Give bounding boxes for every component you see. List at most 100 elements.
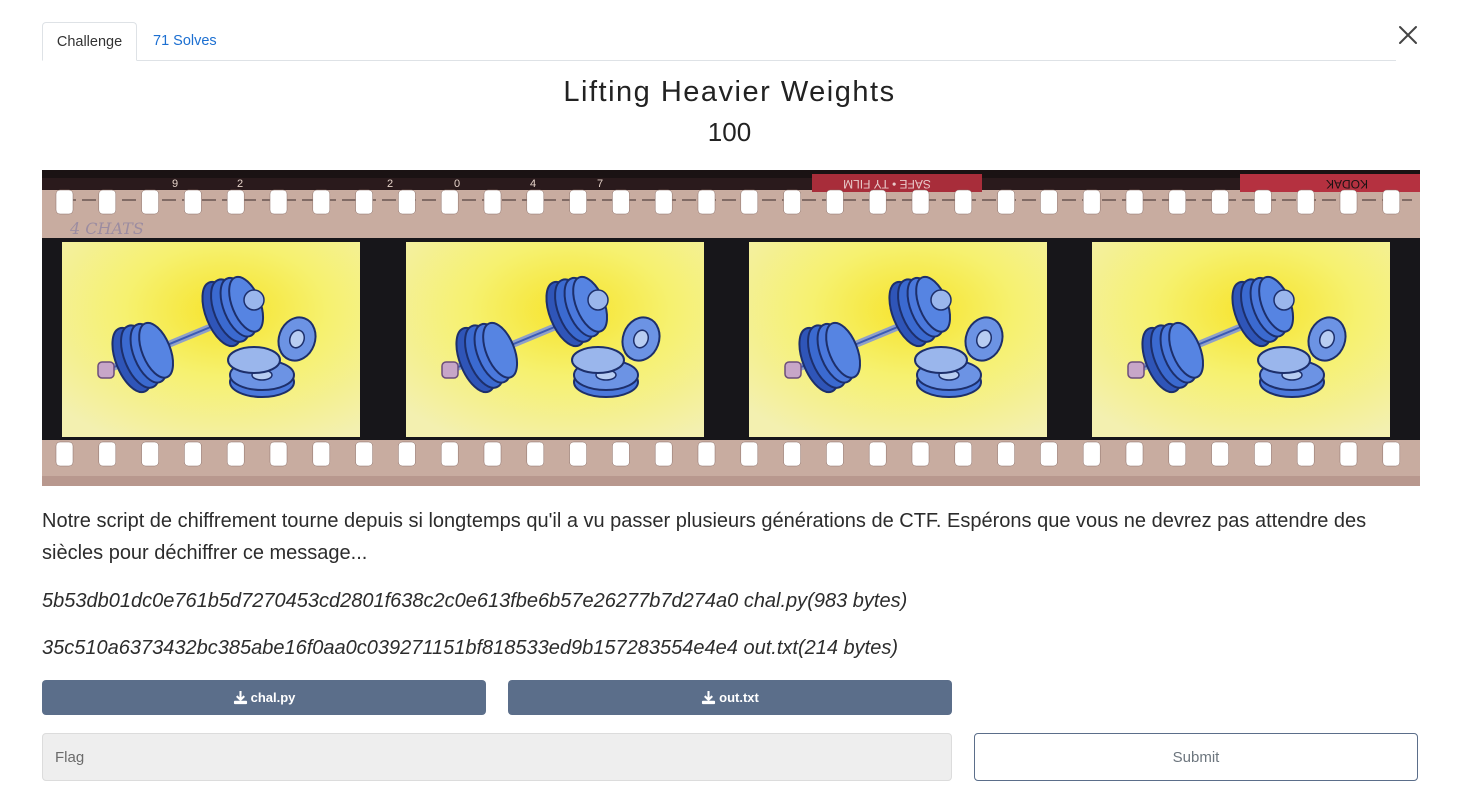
sprocket-hole (398, 189, 416, 215)
sprocket-hole (954, 441, 973, 467)
challenge-tabs: Challenge 71 Solves (42, 22, 1396, 61)
sprocket-hole (269, 189, 288, 215)
challenge-modal: Challenge 71 Solves Lifting Heavier Weig… (0, 0, 1459, 802)
sprocket-hole (98, 441, 117, 467)
tab-solves[interactable]: 71 Solves (138, 22, 232, 61)
download-chal-py-button[interactable]: chal.py (42, 680, 486, 715)
sprocket-hole (997, 189, 1015, 215)
sprocket-hole (997, 441, 1015, 467)
sprocket-hole (911, 441, 930, 467)
sprocket-hole (55, 189, 74, 215)
close-button[interactable] (1395, 22, 1421, 48)
sprocket-hole (141, 189, 159, 215)
frame-number: 7 (597, 178, 603, 190)
sprocket-hole (269, 441, 288, 467)
sprocket-hole (1125, 189, 1144, 215)
sprocket-hole (1040, 441, 1058, 467)
film-edge-text: SAFE • TY FILM (843, 177, 931, 191)
sprocket-hole (1168, 189, 1187, 215)
sprocket-hole (612, 189, 630, 215)
sprocket-hole (911, 189, 930, 215)
challenge-image: SAFE • TY FILM KODAK 9 2 2 0 4 7 4 CHATS (42, 170, 1420, 486)
sprocket-hole (184, 441, 202, 467)
sprocket-hole (1382, 189, 1401, 215)
sprocket-hole (1382, 441, 1401, 467)
film-brand-text: KODAK (1326, 177, 1368, 191)
challenge-points: 100 (707, 117, 752, 147)
sprocket-hole (569, 189, 587, 215)
sprocket-hole (440, 441, 459, 467)
sprocket-hole (98, 189, 117, 215)
sprocket-hole (226, 441, 245, 467)
sprocket-hole (697, 441, 716, 467)
sprocket-hole (1254, 189, 1272, 215)
sprocket-hole (1211, 189, 1229, 215)
close-icon (1399, 26, 1417, 44)
sprocket-hole (868, 441, 887, 467)
sprocket-hole (697, 189, 716, 215)
sprocket-hole (55, 441, 74, 467)
frame-number: 2 (387, 178, 393, 190)
download-label: chal.py (250, 690, 296, 705)
film-annotation: 4 CHATS (69, 219, 144, 238)
download-out-txt-button[interactable]: out.txt (508, 680, 952, 715)
sprocket-hole (141, 441, 159, 467)
sprocket-hole (312, 189, 331, 215)
challenge-description: Notre script de chiffrement tourne depui… (42, 510, 1367, 564)
sprocket-hole (398, 441, 416, 467)
file-hash: 35c510a6373432bc385abe16f0aa0c039271151b… (42, 637, 738, 659)
sprocket-hole (1040, 189, 1058, 215)
file-name: chal.py (743, 590, 808, 612)
sprocket-hole (740, 441, 759, 467)
sprocket-hole (526, 189, 545, 215)
sprocket-hole (1125, 441, 1144, 467)
tab-challenge[interactable]: Challenge (42, 22, 137, 61)
sprocket-hole (1254, 441, 1272, 467)
sprocket-hole (826, 189, 844, 215)
sprocket-hole (612, 441, 630, 467)
sprocket-hole (868, 189, 887, 215)
frame-number: 2 (237, 178, 243, 190)
sprocket-hole (654, 189, 673, 215)
download-icon (233, 690, 247, 705)
file-hash-line: 5b53db01dc0e761b5d7270453cd2801f638c2c0e… (42, 590, 907, 613)
sprocket-hole (740, 189, 759, 215)
sprocket-hole (312, 441, 331, 467)
sprocket-hole (1082, 189, 1101, 215)
sprocket-hole (1339, 189, 1358, 215)
challenge-title: Lifting Heavier Weights (563, 76, 896, 108)
sprocket-hole (569, 441, 587, 467)
sprocket-hole (483, 441, 502, 467)
sprocket-hole (1082, 441, 1101, 467)
sprocket-hole (826, 441, 844, 467)
download-label: out.txt (719, 690, 759, 705)
frame-number: 4 (530, 178, 536, 190)
sprocket-hole (1296, 189, 1315, 215)
sprocket-hole (483, 189, 502, 215)
download-icon (702, 690, 716, 705)
file-name: out.txt (743, 637, 798, 659)
sprocket-hole (1339, 441, 1358, 467)
file-size: (214 bytes) (797, 637, 898, 659)
file-hash-line: 35c510a6373432bc385abe16f0aa0c039271151b… (42, 637, 898, 660)
sprocket-hole (783, 189, 801, 215)
sprocket-hole (1296, 441, 1315, 467)
sprocket-hole (1211, 441, 1229, 467)
sprocket-hole (355, 441, 373, 467)
submit-button[interactable]: Submit (974, 733, 1418, 781)
file-hash: 5b53db01dc0e761b5d7270453cd2801f638c2c0e… (42, 590, 739, 612)
sprocket-hole (654, 441, 673, 467)
flag-input[interactable] (42, 733, 952, 781)
sprocket-hole (526, 441, 545, 467)
sprocket-hole (440, 189, 459, 215)
sprocket-hole (184, 189, 202, 215)
film-strip-image: SAFE • TY FILM KODAK 9 2 2 0 4 7 4 CHATS (42, 170, 1420, 486)
sprocket-hole (954, 189, 973, 215)
sprocket-hole (355, 189, 373, 215)
sprocket-hole (1168, 441, 1187, 467)
frame-number: 9 (172, 178, 178, 190)
file-size: (983 bytes) (807, 590, 908, 612)
frame-number: 0 (454, 178, 460, 190)
sprocket-hole (226, 189, 245, 215)
sprocket-hole (783, 441, 801, 467)
